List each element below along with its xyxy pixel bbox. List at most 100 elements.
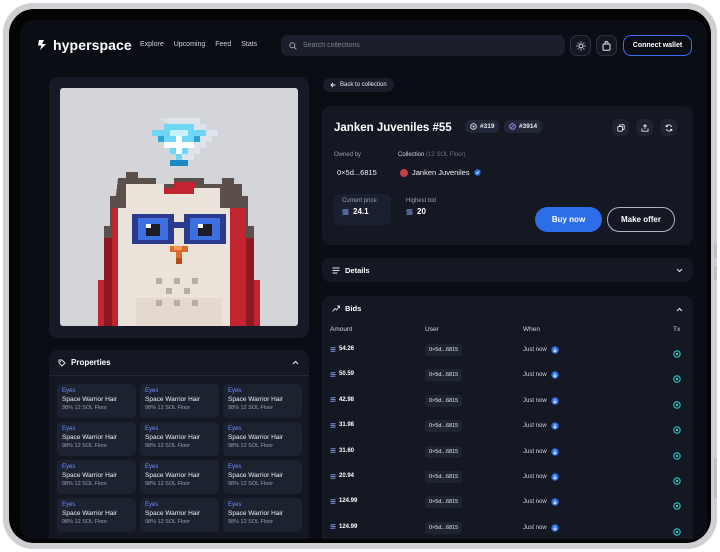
bid-tx-link[interactable] (673, 396, 681, 414)
bid-tx-link[interactable] (673, 370, 681, 388)
property-card[interactable]: Eyes Space Warrior Hair 98% 12 SOL Floor (223, 460, 302, 494)
nav-link-explore[interactable]: Explore (140, 41, 164, 48)
bid-tx-link[interactable] (673, 447, 681, 465)
collection-label: Collection (12 SOL Floor) (398, 152, 466, 158)
bid-row[interactable]: 54.26 0×5d...6815 Just now (322, 339, 693, 364)
wallet-icon (550, 524, 559, 532)
theme-toggle-button[interactable] (570, 35, 591, 56)
back-to-collection-button[interactable]: Back to collection (323, 78, 394, 92)
bid-tx-link[interactable] (673, 345, 681, 363)
bid-row[interactable]: 50.59 0×5d...6815 Just now (322, 364, 693, 389)
bid-when-value: Just now (523, 372, 547, 379)
nav-link-upcoming[interactable]: Upcoming (174, 41, 206, 48)
bid-amount-value: 50.59 (339, 371, 355, 378)
rank-icon (470, 123, 477, 130)
solana-icon (330, 423, 336, 428)
property-card[interactable]: Eyes Space Warrior Hair 98% 12 SOL Floor (57, 422, 136, 456)
property-card[interactable]: Eyes Space Warrior Hair 98% 12 SOL Floor (140, 384, 219, 418)
property-rarity: 98% 12 SOL Floor (145, 405, 191, 411)
bid-amount: 124.99 (330, 498, 357, 504)
bid-user[interactable]: 0×5d...6815 (425, 420, 463, 433)
bid-tx-link[interactable] (673, 472, 681, 490)
owner-address[interactable]: 0×5d...6815 (337, 168, 377, 177)
share-button[interactable] (636, 119, 653, 136)
bid-when: Just now (523, 498, 559, 507)
property-type: Eyes (228, 502, 242, 508)
bid-user[interactable]: 0×5d...6815 (425, 369, 463, 382)
wallet-icon (550, 422, 559, 430)
trend-icon (332, 305, 340, 312)
bid-amount: 50.59 (330, 371, 354, 377)
nft-image[interactable] (60, 88, 298, 326)
property-value: Space Warrior Hair (228, 434, 284, 441)
copy-button[interactable] (612, 119, 629, 136)
arrow-left-icon (330, 82, 336, 88)
property-card[interactable]: Eyes Space Warrior Hair 98% 12 SOL Floor (223, 384, 302, 418)
chevron-up-icon[interactable] (676, 307, 683, 312)
bid-user[interactable]: 0×5d...6815 (425, 445, 463, 458)
bid-user[interactable]: 0×5d...6815 (425, 471, 463, 483)
property-type: Eyes (145, 388, 159, 394)
property-card[interactable]: Eyes Space Warrior Hair 98% 12 SOL Floor (140, 422, 219, 456)
refresh-icon (665, 124, 672, 131)
bid-row[interactable]: 124.99 0×5d...6815 Just now (322, 491, 693, 516)
bid-amount: 31.60 (330, 448, 354, 454)
property-value: Space Warrior Hair (62, 510, 118, 517)
property-card[interactable]: Eyes Space Warrior Hair 98% 12 SOL Floor (57, 498, 136, 532)
connect-wallet-button[interactable]: Connect wallet (623, 35, 692, 56)
properties-grid: Eyes Space Warrior Hair 98% 12 SOL Floor Ey… (57, 384, 302, 532)
rarity-icon (509, 123, 516, 130)
bid-user[interactable]: 0×5d...6815 (425, 394, 463, 407)
bag-icon (602, 40, 611, 51)
buy-now-button[interactable]: Buy now (535, 207, 602, 232)
bid-row[interactable]: 20.94 0×5d...6815 Just now (322, 466, 693, 491)
wallet-icon (550, 498, 559, 507)
bid-row[interactable]: 42.98 0×5d...6815 Just now (322, 390, 693, 415)
property-rarity: 98% 12 SOL Floor (228, 519, 274, 525)
chevron-down-icon[interactable] (676, 268, 683, 273)
lightning-logo-icon (38, 40, 46, 50)
collection-label-text: Collection (398, 152, 425, 158)
chevron-up-icon[interactable] (292, 360, 299, 365)
property-rarity: 98% 12 SOL Floor (228, 481, 274, 487)
rank-chip-b[interactable]: #3914 (504, 120, 543, 133)
property-type: Eyes (228, 464, 242, 470)
bid-when: Just now (523, 447, 559, 456)
brand-name: hyperspace (53, 37, 132, 53)
bids-header[interactable]: Bids (332, 304, 361, 313)
nav-link-stats[interactable]: Stats (241, 41, 257, 48)
search-input[interactable] (303, 42, 543, 49)
bid-user[interactable]: 0×5d...6815 (425, 344, 463, 356)
solana-icon (330, 499, 336, 504)
bid-row[interactable]: 31.60 0×5d...6815 Just now (322, 441, 693, 466)
details-panel-header[interactable]: Details (322, 258, 693, 282)
current-price-box: Current price 24.1 (334, 194, 391, 225)
highest-bid-value: 20 (417, 207, 426, 216)
bid-user[interactable]: 0×5d...6815 (425, 521, 463, 534)
property-card[interactable]: Eyes Space Warrior Hair 98% 12 SOL Floor (57, 460, 136, 494)
bid-row[interactable]: 31.98 0×5d...6815 Just now (322, 415, 693, 440)
rank-chip-a[interactable]: #319 (465, 120, 500, 133)
bid-tx-link[interactable] (673, 523, 681, 539)
bid-tx-link[interactable] (673, 497, 681, 515)
search-bar[interactable] (281, 35, 565, 56)
properties-title: Properties (71, 358, 111, 367)
solana-icon (406, 209, 413, 214)
rank-a-value: #319 (480, 123, 495, 130)
bid-user[interactable]: 0×5d...6815 (425, 496, 463, 509)
make-offer-button[interactable]: Make offer (607, 207, 675, 232)
collection-link[interactable]: Janken Juveniles (400, 168, 481, 177)
nav-link-feed[interactable]: Feed (215, 41, 231, 48)
bid-row[interactable]: 124.99 0×5d...6815 Just now (322, 517, 693, 539)
property-card[interactable]: Eyes Space Warrior Hair 98% 12 SOL Floor (223, 498, 302, 532)
property-card[interactable]: Eyes Space Warrior Hair 98% 12 SOL Floor (140, 498, 219, 532)
property-card[interactable]: Eyes Space Warrior Hair 98% 12 SOL Floor (223, 422, 302, 456)
tx-link-icon (673, 502, 681, 511)
cart-button[interactable] (596, 35, 617, 56)
bid-tx-link[interactable] (673, 421, 681, 439)
properties-header[interactable]: Properties (49, 350, 309, 376)
refresh-button[interactable] (660, 119, 677, 136)
property-card[interactable]: Eyes Space Warrior Hair 98% 12 SOL Floor (140, 460, 219, 494)
logo[interactable]: hyperspace (37, 37, 132, 53)
property-card[interactable]: Eyes Space Warrior Hair 98% 12 SOL Floor (57, 384, 136, 418)
